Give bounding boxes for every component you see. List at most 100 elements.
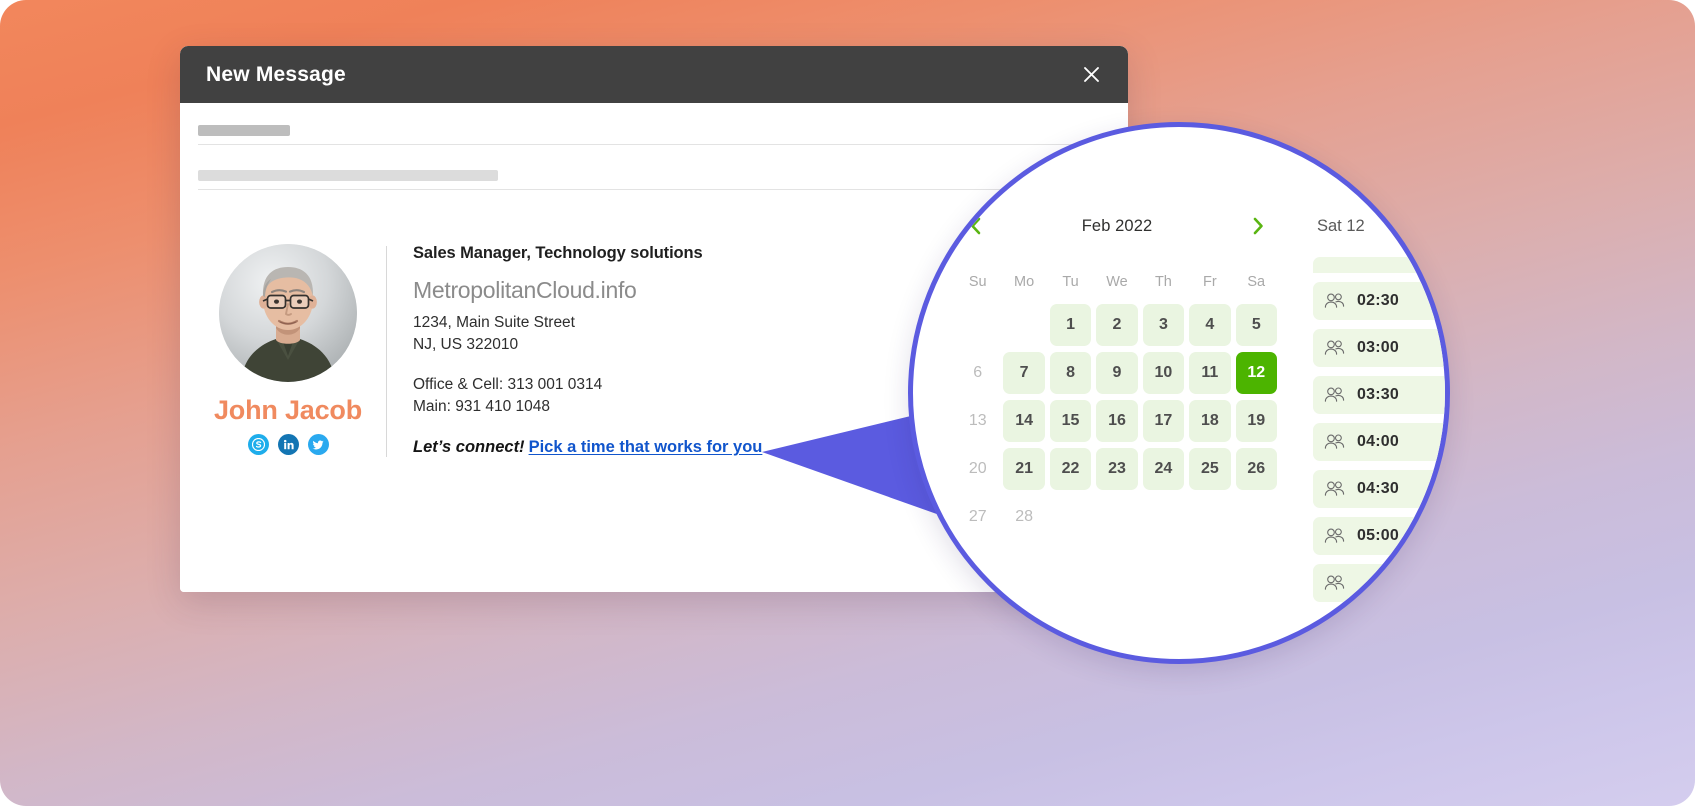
calendar-day: 13 [968,412,987,429]
calendar-day[interactable]: 25 [1189,448,1231,490]
time-slot-label: 04:00 [1357,433,1399,450]
calendar-weekday-th: Th [1154,274,1172,290]
people-icon [1323,290,1345,312]
signature-role: Sales Manager, Technology solutions [413,244,703,262]
time-slot-label: 05:00 [1357,527,1399,544]
signature-address-line-2: NJ, US 322010 [413,336,519,353]
linkedin-icon[interactable] [277,434,299,455]
close-icon[interactable] [1076,60,1106,90]
time-slot[interactable]: 04:30 [1313,470,1445,508]
calendar-day: 27 [968,508,987,525]
magnifier-lens: Feb 2022 Su Mo Tu We Th Fr Sa 1 2 3 4 5 6 7 8 9 10 11 12 1… [908,122,1450,664]
calendar-day[interactable]: 26 [1235,448,1277,490]
chevron-right-icon[interactable] [1245,213,1271,239]
booking-link[interactable]: Pick a time that works for you [529,438,763,456]
chevron-left-icon[interactable] [963,213,989,239]
calendar-day[interactable]: 5 [1235,304,1277,346]
calendar-day[interactable]: 7 [1003,352,1045,394]
time-slot[interactable]: 03:00 [1313,329,1445,367]
calendar-week-row: 13 14 15 16 17 18 19 [957,400,1277,442]
signature-address-line-1: 1234, Main Suite Street [413,314,575,331]
scheduling-widget: Feb 2022 Su Mo Tu We Th Fr Sa 1 2 3 4 5 6 7 8 9 10 11 12 1… [913,127,1445,659]
people-icon [1323,478,1345,500]
time-slot-label: 03:00 [1357,339,1399,356]
calendar-weekday-we: We [1106,274,1128,290]
signature-name: John Jacob [213,395,363,425]
calendar: Feb 2022 Su Mo Tu We Th Fr Sa 1 2 3 4 5 6 7 8 9 10 11 12 1… [957,209,1277,544]
time-slot-label: 04:30 [1357,480,1399,497]
calendar-day[interactable]: 11 [1189,352,1231,394]
signature-phone-office: Office & Cell: 313 001 0314 [413,376,603,393]
people-icon [1323,384,1345,406]
calendar-day[interactable]: 23 [1096,448,1138,490]
calendar-day-selected[interactable]: 12 [1235,352,1277,394]
calendar-day-empty [1050,496,1091,538]
calendar-day[interactable]: 14 [1003,400,1045,442]
calendar-day[interactable]: 8 [1049,352,1092,394]
calendar-week-row: 20 21 22 23 24 25 26 [957,448,1277,490]
calendar-day[interactable]: 18 [1189,400,1231,442]
calendar-day[interactable]: 9 [1096,352,1138,394]
calendar-day[interactable]: 10 [1142,352,1185,394]
signature-phone-main: Main: 931 410 1048 [413,398,551,415]
calendar-weekday-fr: Fr [1203,274,1217,290]
page-background: New Message John Jacob Sales Manager, Te… [0,0,1695,806]
calendar-week-row: 6 7 8 9 10 11 12 [957,352,1277,394]
signature-company: MetropolitanCloud.info [413,277,637,303]
signature-divider [386,246,387,457]
people-icon [1323,525,1345,547]
window-title: New Message [206,62,346,86]
calendar-day[interactable]: 15 [1049,400,1092,442]
avatar [219,244,357,382]
cta-lead-text: Let’s connect! [413,438,525,456]
calendar-week-row: 27 28 [957,496,1277,538]
calendar-day[interactable]: 4 [1189,304,1231,346]
signature-details: Sales Manager, Technology solutions Metr… [413,242,762,457]
calendar-grid: 1 2 3 4 5 6 7 8 9 10 11 12 13 14 15 16 17 18 19 20 21 22 23 24 2… [957,304,1277,538]
time-slot[interactable] [1313,257,1445,273]
twitter-icon[interactable] [307,434,329,455]
time-slot[interactable]: 02:30 [1313,282,1445,320]
calendar-day-empty [1096,496,1137,538]
calendar-weekday-tu: Tu [1062,274,1079,290]
calendar-day: 6 [973,364,983,381]
calendar-day[interactable]: 17 [1142,400,1185,442]
subject-field-placeholder [198,170,498,181]
skype-icon[interactable] [247,434,269,455]
calendar-month-label: Feb 2022 [1081,216,1153,235]
calendar-day-empty [957,304,998,346]
calendar-day[interactable]: 1 [1049,304,1092,346]
calendar-weekday-sa: Sa [1247,274,1266,290]
signature-left-column: John Jacob [204,242,372,455]
calendar-weekday-mo: Mo [1014,274,1035,290]
calendar-day[interactable]: 21 [1003,448,1045,490]
signature-cta: Let’s connect! Pick a time that works for… [413,438,762,457]
time-slot-list: 02:30 03:00 03:30 04:00 04:30 05:00 [1313,257,1445,602]
calendar-day[interactable]: 3 [1142,304,1185,346]
people-icon [1323,431,1345,453]
calendar-day-empty [1003,304,1044,346]
to-field-placeholder [198,125,290,136]
time-slot[interactable]: 03:30 [1313,376,1445,414]
time-slot[interactable] [1313,564,1445,602]
calendar-day[interactable]: 24 [1142,448,1185,490]
time-slot-label: 02:30 [1357,292,1399,309]
time-slot-panel: Sat 12 02:30 03:00 03:30 04:00 04:30 05:00 [1313,209,1445,602]
social-links [247,434,329,455]
time-slot[interactable]: 04:00 [1313,423,1445,461]
time-slot-label: 03:30 [1357,386,1399,403]
calendar-day[interactable]: 22 [1049,448,1092,490]
calendar-week-row: 12345 [957,304,1277,346]
calendar-day-empty [1236,496,1277,538]
people-icon [1323,337,1345,359]
calendar-weekday-header: Su Mo Tu We Th Fr Sa [957,272,1277,292]
window-header: New Message [180,46,1128,103]
time-slot[interactable]: 05:00 [1313,517,1445,555]
calendar-day-empty [1143,496,1184,538]
calendar-day[interactable]: 19 [1235,400,1277,442]
calendar-day[interactable]: 2 [1096,304,1138,346]
calendar-day[interactable]: 16 [1096,400,1138,442]
people-icon [1323,572,1345,594]
calendar-day-empty [1189,496,1230,538]
selected-day-label: Sat 12 [1317,217,1365,235]
